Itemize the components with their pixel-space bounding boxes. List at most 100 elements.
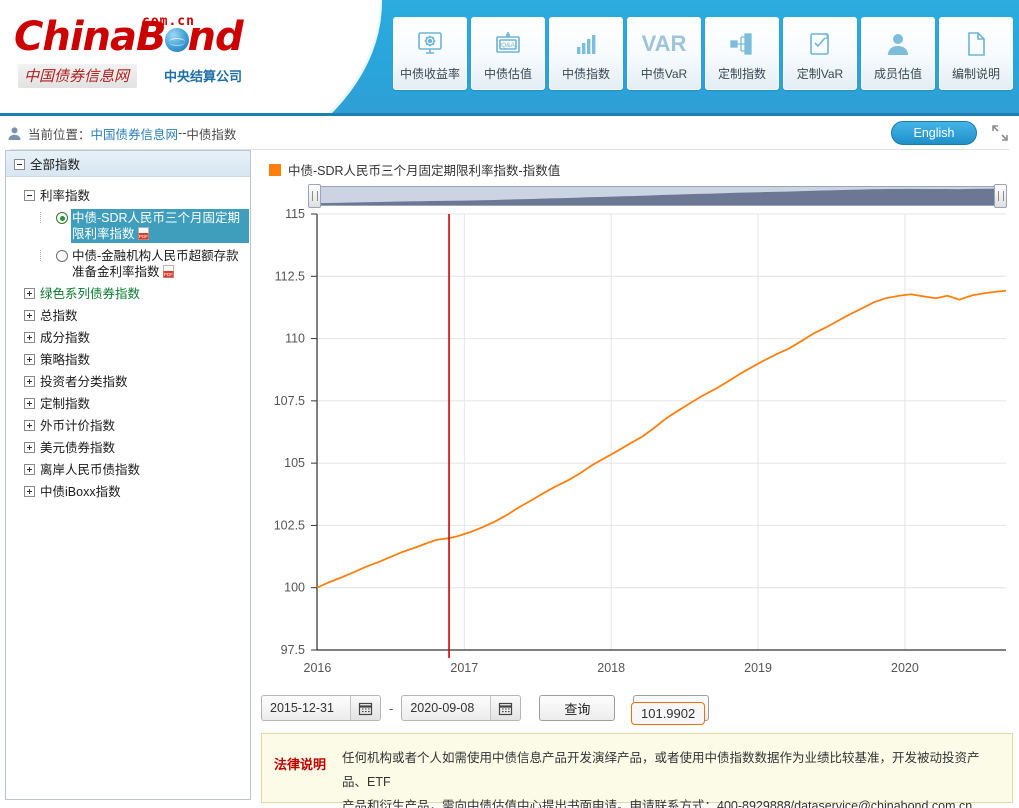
svg-text:110: 110 xyxy=(285,332,305,346)
range-handle-left[interactable] xyxy=(308,184,321,208)
legal-notice-text: 任何机构或者个人如需使用中债信息产品开发演绎产品，或者使用中债指数数据作为业绩比… xyxy=(342,746,1002,808)
tree-root-node[interactable]: 全部指数 xyxy=(6,151,250,177)
nav-item-member-valuation[interactable]: 成员估值 xyxy=(861,17,935,90)
english-language-button[interactable]: English xyxy=(891,121,977,145)
nav-item-methodology[interactable]: 编制说明 xyxy=(939,17,1013,90)
tree-root-label: 全部指数 xyxy=(30,158,81,172)
tree-group-component-index[interactable]: 成分指数 xyxy=(6,327,250,349)
chart-area: 97.5 100 102.5 105 107.5 110 112.5 115 2016 2017… xyxy=(261,184,1007,725)
tree-group-custom-index[interactable]: 定制指数 xyxy=(6,393,250,415)
range-handle-right[interactable] xyxy=(994,184,1007,208)
tree-item-label: 中债-SDR人民币三个月固定期限利率指数 PDF xyxy=(72,210,248,242)
expand-toggle-icon[interactable] xyxy=(24,310,35,321)
tree-group-total-index[interactable]: 总指数 xyxy=(6,305,250,327)
breadcrumb-prefix: 当前位置： xyxy=(28,127,91,142)
logo-wordmark: ChinaB nd xyxy=(14,16,264,58)
legend-color-swatch xyxy=(269,163,281,176)
tree-group-strategy-index[interactable]: 策略指数 xyxy=(6,349,250,371)
nav-label: 中债指数 xyxy=(561,67,610,81)
expand-toggle-icon[interactable] xyxy=(24,464,35,475)
pdf-icon[interactable]: PDF xyxy=(162,265,174,278)
tree-group-label: 总指数 xyxy=(40,309,78,323)
expand-toggle-icon[interactable] xyxy=(24,354,35,365)
nav-label: 中债估值 xyxy=(483,67,532,81)
user-icon xyxy=(879,26,917,62)
breadcrumb-bar: 当前位置： 中国债券信息网 -- 中债指数 English xyxy=(0,116,1019,150)
expand-toggle-icon[interactable] xyxy=(24,486,35,497)
radio-button-selected[interactable] xyxy=(56,212,68,224)
chinabond-logo[interactable]: ChinaB nd com.cn 中国债券信息网 中央结算公司 xyxy=(14,14,264,90)
sitemap-icon xyxy=(723,26,761,62)
tree-group-interest-rate[interactable]: 利率指数 xyxy=(6,185,250,207)
expand-toggle-icon[interactable] xyxy=(24,420,35,431)
tree-group-offshore-cny-index[interactable]: 离岸人民币债指数 xyxy=(6,459,250,481)
start-date-value[interactable]: 2015-12-31 xyxy=(262,701,350,715)
collapse-toggle-icon[interactable] xyxy=(24,190,35,201)
expand-toggle-icon[interactable] xyxy=(24,376,35,387)
pdf-icon[interactable]: PDF xyxy=(137,227,149,240)
nav-item-custom-var[interactable]: 定制VaR xyxy=(783,17,857,90)
range-navigator[interactable] xyxy=(308,184,1007,208)
x-axis-labels: 2016 2017 2018 2019 2020 xyxy=(304,661,919,675)
expand-toggle-icon[interactable] xyxy=(24,398,35,409)
series-line-sdr-index xyxy=(316,289,1006,589)
tree-group-foreign-currency-index[interactable]: 外币计价指数 xyxy=(6,415,250,437)
range-navigator-track[interactable] xyxy=(309,186,1006,206)
nav-label: 定制VaR xyxy=(796,67,844,81)
tree-item-sdr-cny-3m[interactable]: 中债-SDR人民币三个月固定期限利率指数 PDF xyxy=(6,207,250,245)
index-tree-sidebar: 全部指数 利率指数 中债-SDR人民币三个月固定期限利率指数 PDF 中债-金融机… xyxy=(5,150,251,800)
site-header: ChinaB nd com.cn 中国债券信息网 中央结算公司 中债收益率 Q&… xyxy=(0,0,1019,116)
calendar-icon[interactable] xyxy=(490,696,521,720)
logo-domain-suffix: com.cn xyxy=(142,14,195,29)
date-range-separator: - xyxy=(389,700,394,716)
expand-toggle-icon[interactable] xyxy=(24,332,35,343)
end-date-field[interactable]: 2020-09-08 xyxy=(401,695,522,721)
var-text-icon: VAR xyxy=(642,26,687,62)
legal-line-2: 产品和衍生产品，需向中债估值中心提出书面申请。申请联系方式：400-892988… xyxy=(342,799,973,808)
nav-label: 中债VaR xyxy=(640,67,688,81)
document-icon xyxy=(957,26,995,62)
legend-label: 中债-SDR人民币三个月固定期限利率指数-指数值 xyxy=(288,164,561,178)
chart-svg: 97.5 100 102.5 105 107.5 110 112.5 115 2016 2017… xyxy=(274,208,1006,675)
tree-group-label: 外币计价指数 xyxy=(40,419,116,433)
chart-legend[interactable]: 中债-SDR人民币三个月固定期限利率指数-指数值 xyxy=(269,160,560,179)
y-axis-labels: 97.5 100 102.5 105 107.5 110 112.5 115 xyxy=(274,208,305,657)
monitor-gear-icon xyxy=(411,26,449,62)
radio-button[interactable] xyxy=(56,250,68,262)
tree-item-excess-reserve-rate[interactable]: 中债-金融机构人民币超额存款准备金利率指数 PDF xyxy=(6,245,250,283)
end-date-value[interactable]: 2020-09-08 xyxy=(402,701,490,715)
y-axis-ticks xyxy=(311,213,317,651)
main-navigation: 中债收益率 Q&A 中债估值 中债指数 VAR 中债VaR 定制指数 定制VaR… xyxy=(393,17,1013,90)
svg-text:PDF: PDF xyxy=(163,272,172,277)
expand-arrows-icon[interactable] xyxy=(991,124,1009,142)
breadcrumb-current: 中债指数 xyxy=(186,127,237,142)
svg-text:102.5: 102.5 xyxy=(274,518,305,532)
tree-group-investor-class-index[interactable]: 投资者分类指数 xyxy=(6,371,250,393)
calendar-icon[interactable] xyxy=(350,696,380,720)
main-content: 全部指数 利率指数 中债-SDR人民币三个月固定期限利率指数 PDF 中债-金融机… xyxy=(0,150,1019,808)
tree-group-green-bond[interactable]: 绿色系列债券指数 xyxy=(6,283,250,305)
svg-text:PDF: PDF xyxy=(138,234,147,239)
nav-item-var[interactable]: VAR 中债VaR xyxy=(627,17,701,90)
svg-text:97.5: 97.5 xyxy=(281,643,305,657)
nav-item-yield[interactable]: 中债收益率 xyxy=(393,17,467,90)
svg-text:105: 105 xyxy=(284,456,305,470)
query-button[interactable]: 查询 xyxy=(539,695,616,721)
nav-item-valuation[interactable]: Q&A 中债估值 xyxy=(471,17,545,90)
svg-text:115: 115 xyxy=(285,208,305,221)
expand-toggle-icon[interactable] xyxy=(24,442,35,453)
svg-text:2020: 2020 xyxy=(891,661,919,675)
svg-text:100: 100 xyxy=(284,581,305,595)
start-date-field[interactable]: 2015-12-31 xyxy=(261,695,381,721)
expand-toggle-icon[interactable] xyxy=(24,288,35,299)
breadcrumb-site-link[interactable]: 中国债券信息网 xyxy=(91,124,179,143)
logo-text-china: China xyxy=(14,14,137,60)
tree-item-label: 中债-金融机构人民币超额存款准备金利率指数 PDF xyxy=(72,249,239,279)
tree-group-iboxx-index[interactable]: 中债iBoxx指数 xyxy=(6,481,250,503)
tree-group-label: 离岸人民币债指数 xyxy=(40,463,141,477)
nav-item-custom-index[interactable]: 定制指数 xyxy=(705,17,779,90)
nav-item-index[interactable]: 中债指数 xyxy=(549,17,623,90)
line-chart-plot[interactable]: 97.5 100 102.5 105 107.5 110 112.5 115 2016 2017… xyxy=(261,208,1006,684)
tree-group-usd-bond-index[interactable]: 美元债券指数 xyxy=(6,437,250,459)
collapse-toggle-icon[interactable] xyxy=(14,159,25,170)
